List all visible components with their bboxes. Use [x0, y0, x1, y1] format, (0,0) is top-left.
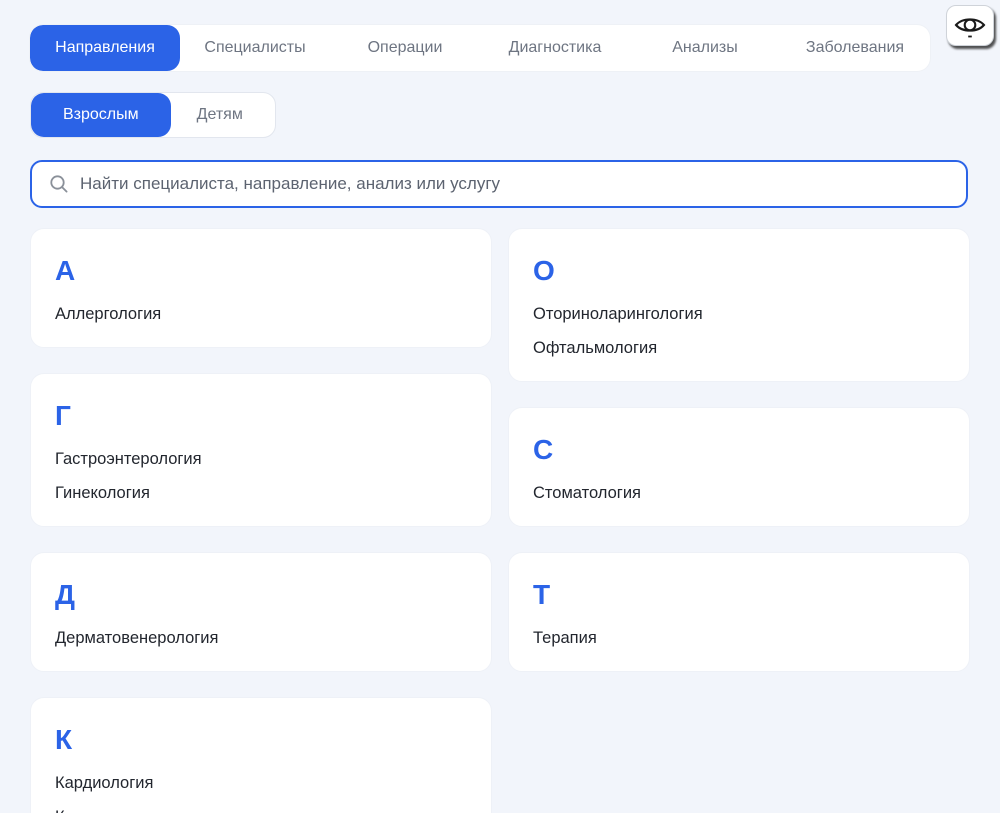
letter-card-g: Г Гастроэнтерология Гинекология — [30, 373, 492, 527]
letter-card-a: А Аллергология — [30, 228, 492, 348]
direction-link-otorinolaringologiya[interactable]: Оториноларингология — [533, 297, 945, 331]
direction-link-gastroenterologiya[interactable]: Гастроэнтерология — [55, 442, 467, 476]
tab-operacii[interactable]: Операции — [330, 25, 480, 71]
tab-analizy[interactable]: Анализы — [630, 25, 780, 71]
letter-card-d: Д Дерматовенерология — [30, 552, 492, 672]
direction-link-terapiya[interactable]: Терапия — [533, 621, 945, 655]
directions-list: А Аллергология Г Гастроэнтерология Гинек… — [30, 228, 970, 813]
direction-link-oftalmologiya[interactable]: Офтальмология — [533, 331, 945, 365]
direction-link-stomatologiya[interactable]: Стоматология — [533, 476, 945, 510]
direction-link-kardiologiya[interactable]: Кардиология — [55, 766, 467, 800]
page: Направления Специалисты Операции Диагнос… — [0, 0, 1000, 813]
accessibility-version-button[interactable] — [946, 5, 994, 46]
letter-card-s: С Стоматология — [508, 407, 970, 527]
letter-card-k: К Кардиология Косметология — [30, 697, 492, 813]
letter-heading: К — [55, 722, 467, 758]
audience-tab-children[interactable]: Детям — [171, 93, 269, 137]
letter-heading: Г — [55, 398, 467, 434]
directions-column-right: О Оториноларингология Офтальмология С Ст… — [508, 228, 970, 813]
category-tabbar: Направления Специалисты Операции Диагнос… — [30, 25, 930, 71]
letter-card-o: О Оториноларингология Офтальмология — [508, 228, 970, 382]
letter-heading: А — [55, 253, 467, 289]
letter-heading: С — [533, 432, 945, 468]
direction-link-allergologiya[interactable]: Аллергология — [55, 297, 467, 331]
letter-heading: Т — [533, 577, 945, 613]
letter-heading: Д — [55, 577, 467, 613]
tab-napravleniya[interactable]: Направления — [30, 25, 180, 71]
tab-specialisty[interactable]: Специалисты — [180, 25, 330, 71]
audience-tab-adults[interactable]: Взрослым — [31, 93, 171, 137]
tab-diagnostika[interactable]: Диагностика — [480, 25, 630, 71]
search-bar[interactable] — [30, 160, 968, 208]
direction-link-ginekologiya[interactable]: Гинекология — [55, 476, 467, 510]
search-input[interactable] — [80, 174, 950, 194]
search-icon — [48, 173, 70, 195]
audience-toggle: Взрослым Детям — [30, 92, 276, 138]
letter-heading: О — [533, 253, 945, 289]
eye-icon — [953, 12, 987, 40]
letter-card-t: Т Терапия — [508, 552, 970, 672]
tab-zabolevaniya[interactable]: Заболевания — [780, 25, 930, 71]
direction-link-dermatovenerologiya[interactable]: Дерматовенерология — [55, 621, 467, 655]
directions-column-left: А Аллергология Г Гастроэнтерология Гинек… — [30, 228, 492, 813]
direction-link-kosmetologiya[interactable]: Косметология — [55, 800, 467, 813]
